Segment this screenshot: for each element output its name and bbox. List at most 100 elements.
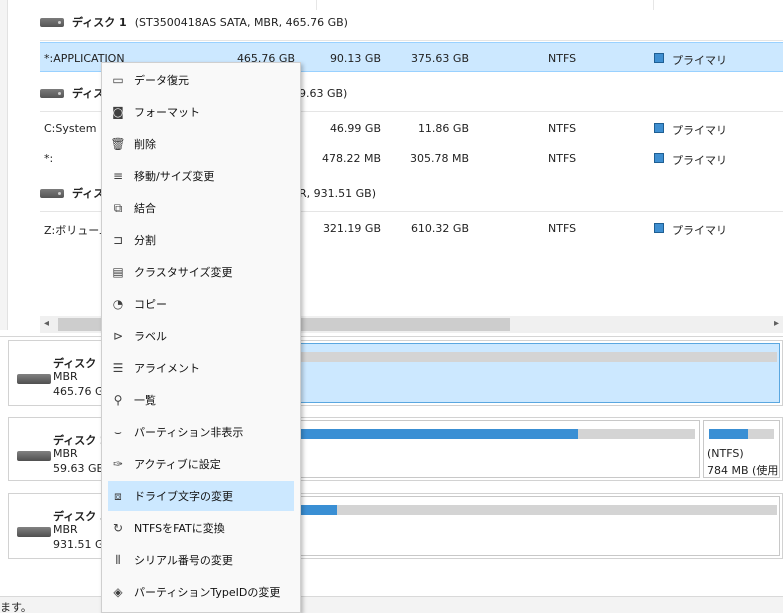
menu-item-label: NTFSをFATに変換: [134, 522, 225, 535]
disk2-title: ディス: [72, 87, 105, 100]
menu-item-label: コピー: [134, 298, 167, 311]
menu-item-label: フォーマット: [134, 106, 200, 119]
partition-free: 11.86 GB: [417, 122, 469, 135]
menu-item-layers[interactable]: ◈ パーティションTypeIDの変更: [108, 577, 294, 607]
partition-name: *:: [44, 152, 54, 165]
hard-disk-icon: [40, 17, 64, 27]
primary-square-icon: [654, 223, 664, 233]
menu-item-cluster[interactable]: ▤ クラスタサイズ変更: [108, 257, 294, 287]
copy-icon: ◔: [112, 297, 124, 311]
partition-used: 46.99 GB: [329, 122, 381, 135]
menu-item-label: クラスタサイズ変更: [134, 266, 233, 279]
menu-item-barcode[interactable]: ⦀ シリアル番号の変更: [108, 545, 294, 575]
scroll-right-arrow-icon[interactable]: ▸: [774, 318, 779, 329]
partition-type: プライマリ: [672, 124, 727, 137]
partition-free: 375.63 GB: [410, 52, 469, 65]
hard-disk-icon: [17, 527, 51, 537]
menu-item-format[interactable]: ◙ フォーマット: [108, 97, 294, 127]
menu-item-label: 移動/サイズ変更: [134, 170, 215, 183]
partition-free: 305.78 MB: [409, 152, 469, 165]
usage-bar: [709, 429, 774, 439]
disk-map-size: 59.63 GB: [53, 462, 105, 475]
disk-map-type: MBR: [53, 447, 78, 460]
menu-item-trash[interactable]: 🗑 削除: [108, 129, 294, 159]
disk1-title: ディスク 1: [72, 16, 127, 29]
menu-item-label: 結合: [134, 202, 156, 215]
partition-fs-label: (NTFS): [707, 447, 744, 460]
separator: [40, 40, 783, 41]
menu-item-split[interactable]: ⊐ 分割: [108, 225, 294, 255]
disk1-info: (ST3500418AS SATA, MBR, 465.76 GB): [134, 15, 348, 29]
disk3-header[interactable]: ディス: [40, 181, 104, 205]
disk2-info: 9.63 GB): [299, 87, 348, 100]
status-text: ます。: [0, 601, 32, 613]
menu-item-drive-letter[interactable]: ⧈ ドライブ文字の変更: [108, 481, 294, 511]
disk-map-title: ディスク 3: [53, 510, 108, 523]
partition-filesystem: NTFS: [548, 52, 577, 65]
sliders-icon: ≡: [112, 169, 124, 183]
format-icon: ◙: [112, 105, 124, 119]
menu-item-pin[interactable]: ✑ アクティブに設定: [108, 449, 294, 479]
disk2-header[interactable]: ディス: [40, 81, 104, 105]
partition-used: 478.22 MB: [321, 152, 381, 165]
disk3-info: R, 931.51 GB): [299, 187, 376, 200]
partition-filesystem: NTFS: [548, 122, 577, 135]
partition-used: 321.19 GB: [322, 222, 381, 235]
primary-square-icon: [654, 123, 664, 133]
partition-name: C:System: [44, 122, 97, 135]
column-divider: [653, 0, 654, 10]
disk-map-title: ディスク 1: [53, 357, 108, 370]
disk-map-type: MBR: [53, 370, 78, 383]
partition-type: プライマリ: [672, 154, 727, 167]
menu-item-align[interactable]: ☰ アライメント: [108, 353, 294, 383]
menu-item-label: データ復元: [134, 74, 189, 87]
scroll-left-arrow-icon[interactable]: ◂: [44, 318, 49, 329]
align-icon: ☰: [112, 361, 124, 375]
disk1-header[interactable]: ディスク 1 (ST3500418AS SATA, MBR, 465.76 GB…: [40, 10, 348, 34]
usage-fill: [709, 429, 748, 439]
menu-item-convert[interactable]: ↻ NTFSをFATに変換: [108, 513, 294, 543]
menu-item-label[interactable]: ⊳ ラベル: [108, 321, 294, 351]
barcode-icon: ⦀: [115, 552, 121, 567]
hidden-eye-icon: ⌣: [114, 424, 122, 439]
partition-type: プライマリ: [672, 224, 727, 237]
left-sidebar-edge: [0, 0, 8, 330]
menu-item-label: アライメント: [134, 362, 200, 375]
layers-icon: ◈: [113, 585, 123, 599]
menu-item-hidden-eye[interactable]: ⌣ パーティション非表示: [108, 417, 294, 447]
partition-block-small[interactable]: (NTFS) 784 MB (使用: [703, 420, 780, 478]
menu-item-sliders[interactable]: ≡ 移動/サイズ変更: [108, 161, 294, 191]
app-window: ディスク 1 (ST3500418AS SATA, MBR, 465.76 GB…: [0, 0, 783, 613]
disk-map-title: ディスク 2: [53, 434, 108, 447]
menu-item-drive[interactable]: ▭ データ復元: [108, 65, 294, 95]
disk3-title: ディス: [72, 187, 105, 200]
context-menu: ▭ データ復元 ◙ フォーマット 🗑 削除 ≡ 移動/サイズ変更 ⧉ 結合 ⊐ 分割 ▤ クラスタサイズ変…: [101, 62, 301, 613]
hard-disk-icon: [17, 374, 51, 384]
partition-type: プライマリ: [672, 54, 727, 67]
hard-disk-icon: [40, 188, 64, 198]
magnifier-icon: ⚲: [113, 393, 123, 407]
cluster-icon: ▤: [112, 265, 124, 279]
menu-item-copy[interactable]: ◔ コピー: [108, 289, 294, 319]
drive-icon: ▭: [112, 73, 124, 87]
menu-item-label: パーティションTypeIDの変更: [134, 586, 281, 599]
split-icon: ⊐: [112, 233, 124, 247]
label-icon: ⊳: [112, 329, 124, 343]
menu-item-merge[interactable]: ⧉ 結合: [108, 193, 294, 223]
drive-letter-icon: ⧈: [114, 488, 122, 503]
menu-item-label: 一覧: [134, 394, 156, 407]
menu-item-label: アクティブに設定: [134, 458, 221, 471]
column-divider: [316, 0, 317, 10]
pin-icon: ✑: [112, 457, 124, 471]
menu-item-label: パーティション非表示: [134, 426, 244, 439]
menu-item-label: シリアル番号の変更: [134, 554, 233, 567]
partition-used: 90.13 GB: [329, 52, 381, 65]
convert-icon: ↻: [112, 521, 124, 535]
menu-item-magnifier[interactable]: ⚲ 一覧: [108, 385, 294, 415]
menu-item-label: 削除: [134, 138, 156, 151]
menu-item-label: ラベル: [134, 330, 167, 343]
partition-free: 610.32 GB: [410, 222, 469, 235]
disk-map-type: MBR: [53, 523, 78, 536]
hard-disk-icon: [17, 451, 51, 461]
primary-square-icon: [654, 153, 664, 163]
